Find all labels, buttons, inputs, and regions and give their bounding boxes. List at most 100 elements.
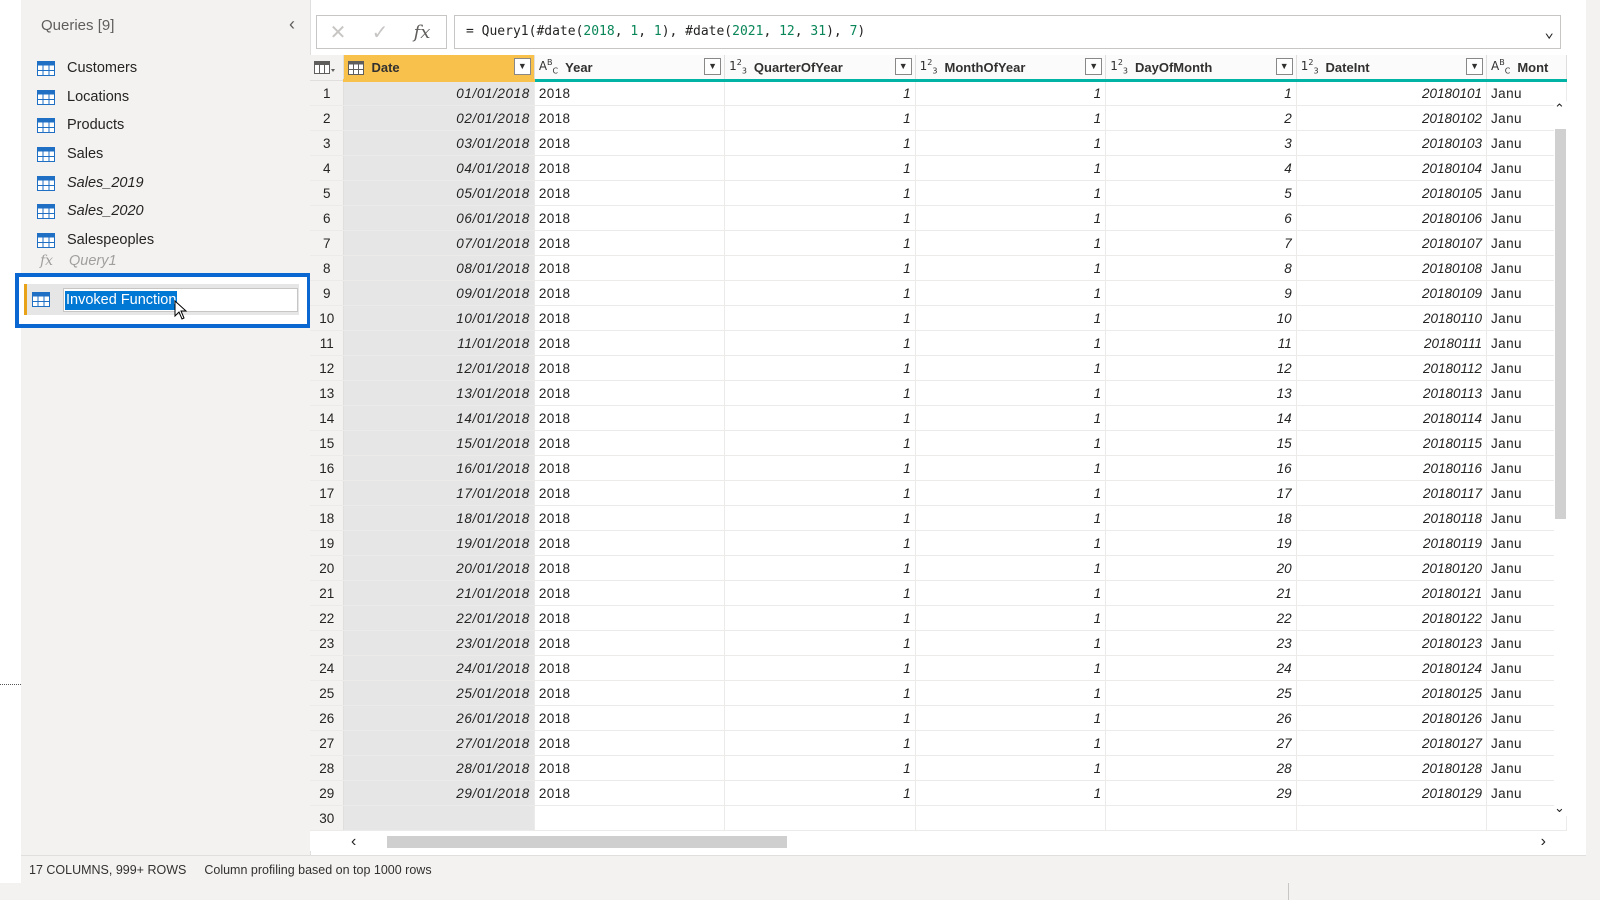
table-cell[interactable]: 16: [1105, 455, 1297, 481]
column-header-quarterofyear[interactable]: 123 QuarterOfYear ▼: [724, 55, 916, 82]
cancel-icon[interactable]: ✕: [317, 20, 359, 45]
row-number[interactable]: 26: [310, 705, 345, 731]
table-cell[interactable]: 1: [915, 105, 1107, 131]
table-cell[interactable]: 2018: [534, 480, 726, 506]
table-cell[interactable]: 2018: [534, 130, 726, 156]
table-cell[interactable]: 1: [915, 555, 1107, 581]
table-cell[interactable]: 2018: [534, 380, 726, 406]
row-number[interactable]: 1: [310, 80, 345, 106]
column-header-dayofmonth[interactable]: 123 DayOfMonth ▼: [1105, 55, 1297, 82]
table-cell[interactable]: 20180107: [1296, 230, 1488, 256]
table-cell[interactable]: 2018: [534, 355, 726, 381]
table-cell[interactable]: 20180101: [1296, 80, 1488, 106]
table-cell[interactable]: 2018: [534, 180, 726, 206]
table-cell[interactable]: 24: [1105, 655, 1297, 681]
table-cell[interactable]: 2018: [534, 255, 726, 281]
vertical-scroll-thumb[interactable]: [1555, 129, 1566, 519]
table-cell[interactable]: 11: [1105, 330, 1297, 356]
table-cell[interactable]: 1: [724, 380, 916, 406]
table-cell[interactable]: 20180116: [1296, 455, 1488, 481]
table-cell[interactable]: 04/01/2018: [343, 155, 535, 181]
table-cell[interactable]: 1: [724, 555, 916, 581]
horizontal-scrollbar[interactable]: ‹ ›: [351, 833, 1546, 851]
row-number[interactable]: 10: [310, 305, 345, 331]
table-cell[interactable]: 1: [915, 730, 1107, 756]
table-cell[interactable]: 1: [724, 780, 916, 806]
table-cell[interactable]: 20180120: [1296, 555, 1488, 581]
scroll-down-icon[interactable]: ⌄: [1554, 800, 1565, 816]
table-cell[interactable]: 2018: [534, 680, 726, 706]
table-cell[interactable]: 22/01/2018: [343, 605, 535, 631]
query-item-sales-2020[interactable]: Sales_2020: [35, 199, 305, 223]
table-cell[interactable]: 17/01/2018: [343, 480, 535, 506]
row-number[interactable]: 11: [310, 330, 345, 356]
filter-dropdown-icon[interactable]: ▼: [1275, 58, 1293, 75]
table-cell[interactable]: 1: [915, 130, 1107, 156]
scroll-left-icon[interactable]: ‹: [351, 833, 356, 851]
table-cell[interactable]: 02/01/2018: [343, 105, 535, 131]
table-cell[interactable]: 15: [1105, 430, 1297, 456]
table-cell[interactable]: 12: [1105, 355, 1297, 381]
table-cell[interactable]: 1: [724, 630, 916, 656]
table-cell[interactable]: 1: [915, 380, 1107, 406]
table-cell[interactable]: 1: [915, 80, 1107, 106]
table-cell[interactable]: 1: [915, 705, 1107, 731]
table-cell[interactable]: 16/01/2018: [343, 455, 535, 481]
table-cell[interactable]: 20180125: [1296, 680, 1488, 706]
filter-dropdown-icon[interactable]: ▼: [513, 58, 531, 75]
table-cell[interactable]: 20180122: [1296, 605, 1488, 631]
table-cell[interactable]: 1: [724, 255, 916, 281]
table-cell[interactable]: 1: [915, 755, 1107, 781]
table-cell[interactable]: 1: [724, 455, 916, 481]
table-cell[interactable]: 4: [1105, 155, 1297, 181]
row-number[interactable]: 4: [310, 155, 345, 181]
table-cell[interactable]: 1: [915, 680, 1107, 706]
table-cell[interactable]: 1: [724, 505, 916, 531]
table-menu-corner[interactable]: [310, 55, 345, 81]
table-cell[interactable]: [1105, 805, 1297, 831]
table-cell[interactable]: 20180109: [1296, 280, 1488, 306]
formula-input[interactable]: = Query1(#date(2018, 1, 1), #date(2021, …: [454, 15, 1561, 49]
table-cell[interactable]: 27/01/2018: [343, 730, 535, 756]
table-cell[interactable]: 28: [1105, 755, 1297, 781]
table-cell[interactable]: 1: [724, 530, 916, 556]
table-cell[interactable]: 20180115: [1296, 430, 1488, 456]
table-cell[interactable]: 1: [915, 455, 1107, 481]
table-cell[interactable]: 03/01/2018: [343, 130, 535, 156]
table-cell[interactable]: 2018: [534, 655, 726, 681]
table-cell[interactable]: 1: [724, 280, 916, 306]
table-cell[interactable]: 2018: [534, 705, 726, 731]
table-cell[interactable]: 1: [724, 305, 916, 331]
table-cell[interactable]: [343, 805, 535, 831]
commit-icon[interactable]: ✓: [359, 20, 401, 45]
table-cell[interactable]: 1: [724, 580, 916, 606]
table-cell[interactable]: 2018: [534, 405, 726, 431]
vertical-scrollbar[interactable]: ⌃ ⌄: [1554, 101, 1567, 816]
table-cell[interactable]: 01/01/2018: [343, 80, 535, 106]
table-cell[interactable]: 1: [724, 130, 916, 156]
row-number[interactable]: 2: [310, 105, 345, 131]
table-cell[interactable]: 1: [724, 680, 916, 706]
table-cell[interactable]: 2: [1105, 105, 1297, 131]
row-number[interactable]: 25: [310, 680, 345, 706]
table-cell[interactable]: 20180121: [1296, 580, 1488, 606]
table-cell[interactable]: 14/01/2018: [343, 405, 535, 431]
chevron-down-icon[interactable]: ⌄: [1544, 16, 1554, 48]
table-cell[interactable]: 1: [915, 530, 1107, 556]
table-cell[interactable]: 20180103: [1296, 130, 1488, 156]
table-cell[interactable]: 1: [915, 655, 1107, 681]
table-cell[interactable]: 20180124: [1296, 655, 1488, 681]
table-cell[interactable]: 1: [724, 655, 916, 681]
table-cell[interactable]: 20180128: [1296, 755, 1488, 781]
table-cell[interactable]: 28/01/2018: [343, 755, 535, 781]
table-cell[interactable]: 2018: [534, 305, 726, 331]
table-cell[interactable]: 2018: [534, 80, 726, 106]
table-cell[interactable]: 8: [1105, 255, 1297, 281]
table-cell[interactable]: 1: [724, 730, 916, 756]
table-cell[interactable]: 1: [915, 330, 1107, 356]
table-cell[interactable]: 20/01/2018: [343, 555, 535, 581]
table-cell[interactable]: 1: [724, 205, 916, 231]
table-cell[interactable]: 3: [1105, 130, 1297, 156]
filter-dropdown-icon[interactable]: ▼: [1466, 58, 1484, 75]
table-cell[interactable]: 10: [1105, 305, 1297, 331]
